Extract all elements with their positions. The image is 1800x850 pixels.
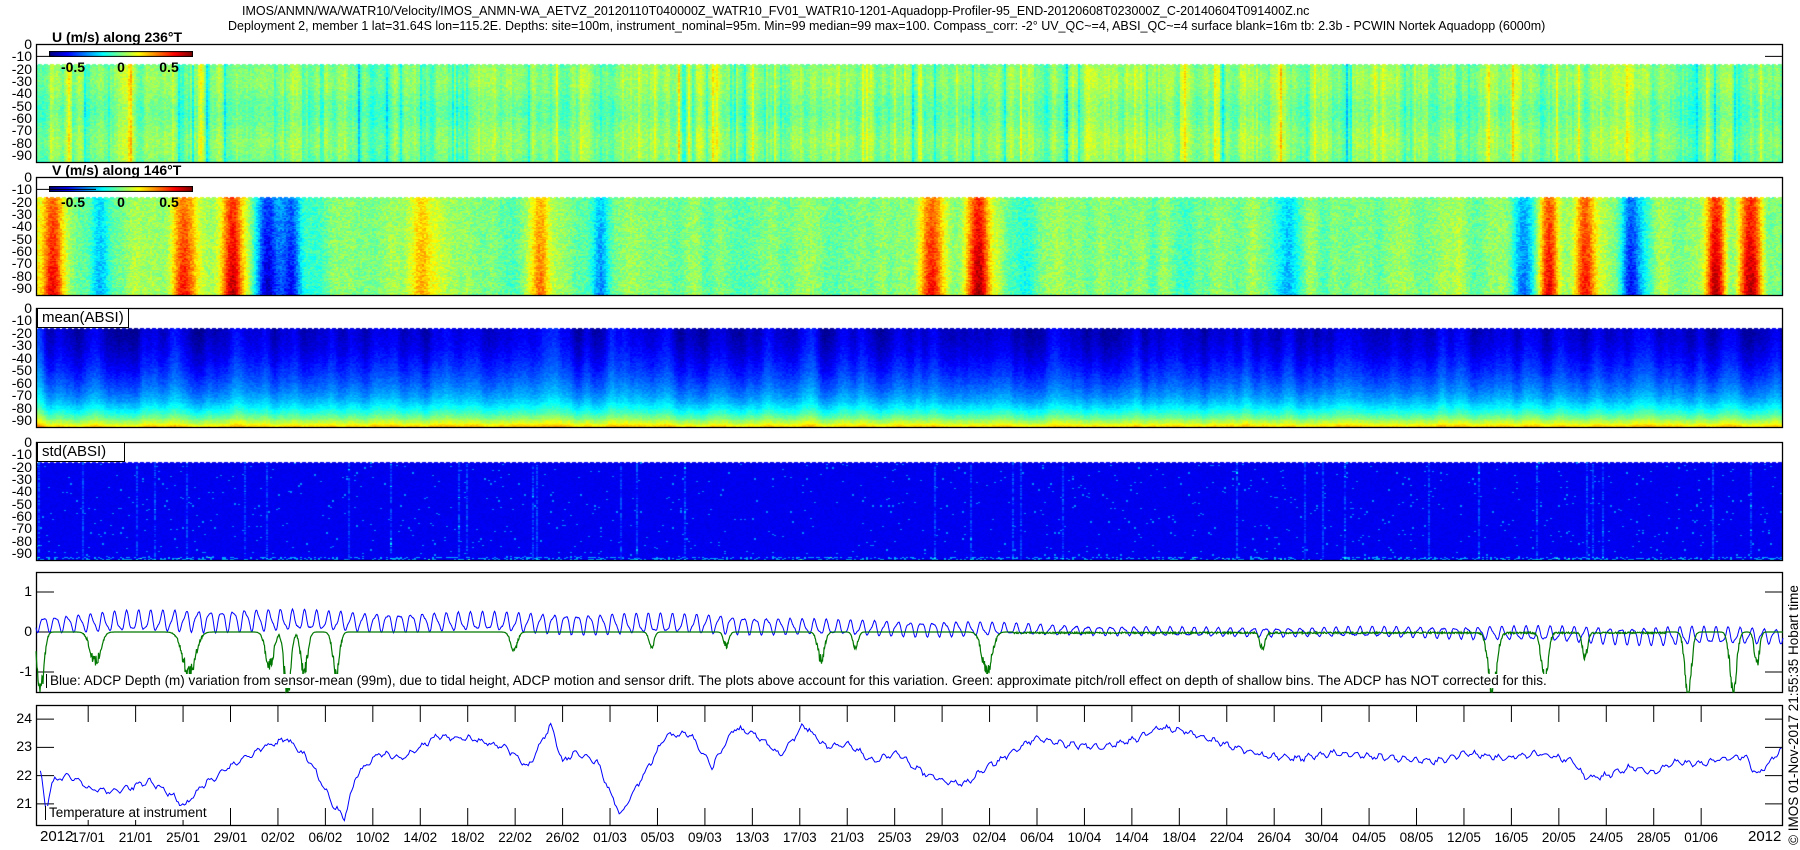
date-tick-label-26-04: 26/04 (1257, 830, 1292, 845)
year-label-left: 2012 (40, 828, 74, 845)
date-tick-label-22-02: 22/02 (498, 830, 533, 845)
mean-panel-frame (35, 307, 1784, 429)
date-tick-label-06-04: 06/04 (1020, 830, 1054, 845)
temperature-tick-label: 24 (16, 710, 32, 727)
std-panel-frame (35, 441, 1784, 562)
depth-variation-tick-label: 1 (24, 583, 32, 599)
date-tick-label-24-05: 24/05 (1589, 830, 1624, 845)
date-tick-label-22-04: 22/04 (1209, 830, 1244, 845)
depth-panel-note: Blue: ADCP Depth (m) variation from sens… (46, 674, 1547, 688)
credit-timestamp: © IMOS 01-Nov-2017 21:55:35 Hobart time (1786, 585, 1800, 845)
u-panel-title: U (m/s) along 236°T (52, 29, 183, 45)
colorbar-tick-label: 0.5 (159, 194, 179, 210)
colorbar-tick-label: 0 (117, 59, 125, 75)
depth-tick-label--90: -90 (11, 280, 32, 297)
date-tick-label-02-04: 02/04 (972, 830, 1007, 845)
date-tick-label-10-04: 10/04 (1067, 830, 1102, 845)
temp-panel-frame (35, 704, 1784, 827)
depth-tick-label--90: -90 (11, 545, 32, 562)
date-tick-label-06-02: 06/02 (308, 830, 343, 845)
date-tick-label-26-02: 26/02 (545, 830, 580, 845)
date-tick-label-30-04: 30/04 (1304, 830, 1339, 845)
depth-tick-label--90: -90 (11, 412, 32, 429)
date-tick-label-04-05: 04/05 (1352, 830, 1386, 845)
date-tick-label-18-02: 18/02 (450, 830, 485, 845)
date-tick-label-28-05: 28/05 (1636, 830, 1671, 845)
depth-tick-label--90: -90 (11, 147, 32, 164)
date-tick-label-29-01: 29/01 (213, 830, 248, 845)
v-panel-title: V (m/s) along 146°T (52, 162, 182, 178)
std-absi-label: std(ABSI) (37, 442, 125, 462)
date-tick-label-16-05: 16/05 (1494, 830, 1529, 845)
date-tick-label-02-02: 02/02 (261, 830, 295, 845)
mean-absi-label: mean(ABSI) (37, 308, 129, 328)
date-tick-label-14-02: 14/02 (403, 830, 438, 845)
temperature-tick-label: 21 (16, 794, 32, 811)
colorbar-tick-label: -0.5 (60, 59, 86, 75)
depth-variation-tick-label: 0 (24, 623, 32, 639)
date-tick-label-09-03: 09/03 (688, 830, 722, 845)
date-tick-label-21-03: 21/03 (830, 830, 865, 845)
colorbar-tick-label: 0.5 (159, 59, 179, 75)
colorbar-tick-label: -0.5 (60, 194, 86, 210)
date-tick-label-13-03: 13/03 (735, 830, 770, 845)
date-tick-label-21-01: 21/01 (118, 830, 153, 845)
year-label-right: 2012 (1748, 828, 1782, 845)
date-tick-label-17-03: 17/03 (782, 830, 817, 845)
colorbar-tick-label: 0 (117, 194, 125, 210)
temperature-tick-label: 23 (16, 738, 32, 755)
plot-axes (35, 43, 1784, 827)
temperature-tick-label: 22 (16, 766, 32, 783)
date-tick-label-10-02: 10/02 (355, 830, 390, 845)
date-tick-label-20-05: 20/05 (1541, 830, 1576, 845)
date-tick-label-08-05: 08/05 (1399, 830, 1434, 845)
v-panel-frame (35, 176, 1784, 297)
date-tick-label-29-03: 29/03 (925, 830, 960, 845)
date-tick-label-12-05: 12/05 (1447, 830, 1481, 845)
date-tick-label-05-03: 05/03 (640, 830, 675, 845)
date-tick-label-17-01: 17/01 (71, 830, 106, 845)
date-tick-label-18-04: 18/04 (1162, 830, 1197, 845)
date-tick-label-25-03: 25/03 (877, 830, 912, 845)
temperature-panel-note: Temperature at instrument (45, 806, 207, 820)
date-tick-label-25-01: 25/01 (166, 830, 200, 845)
temperature-line (39, 722, 1782, 822)
date-tick-label-01-06: 01/06 (1684, 830, 1719, 845)
date-tick-label-01-03: 01/03 (593, 830, 627, 845)
depth-variation-tick-label: -1 (19, 663, 32, 679)
u-panel-frame (35, 43, 1784, 164)
date-tick-label-14-04: 14/04 (1114, 830, 1149, 845)
